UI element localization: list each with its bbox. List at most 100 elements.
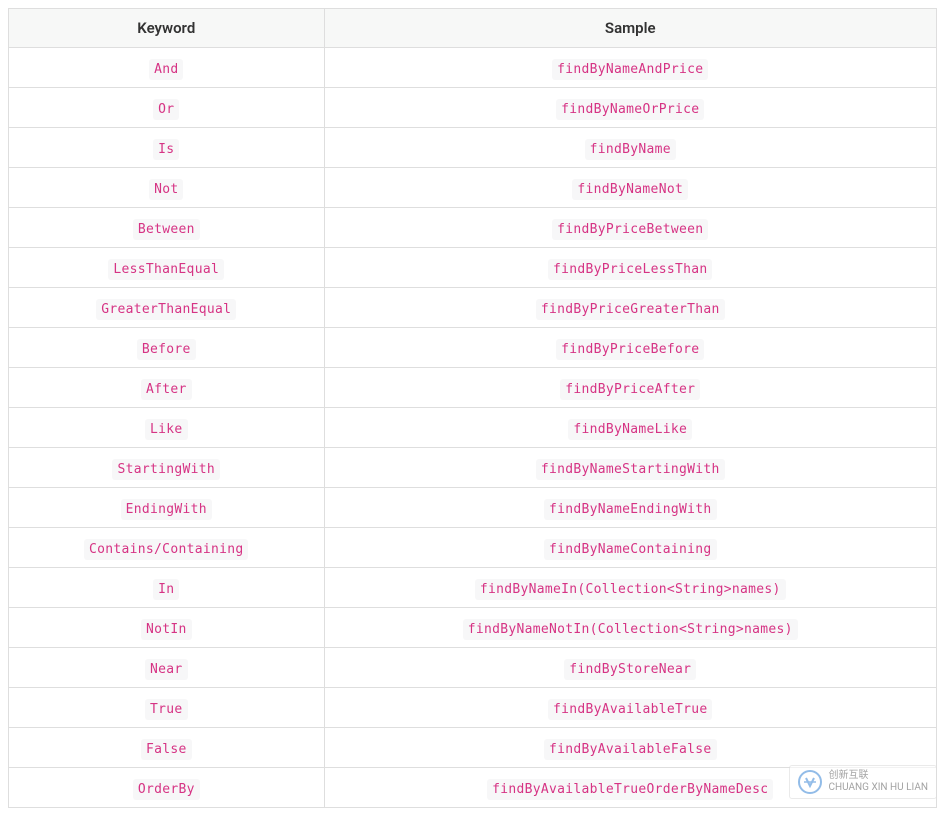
table-row: After findByPriceAfter <box>9 368 937 408</box>
watermark-logo-icon <box>798 770 822 794</box>
sample-code: findByPriceBetween <box>552 219 708 240</box>
sample-code: findByStoreNear <box>564 659 696 680</box>
keyword-cell: Not <box>9 168 325 208</box>
sample-cell: findByNameContaining <box>324 528 936 568</box>
table-row: Between findByPriceBetween <box>9 208 937 248</box>
table-row: EndingWith findByNameEndingWith <box>9 488 937 528</box>
sample-cell: findByPriceBetween <box>324 208 936 248</box>
table-row: StartingWith findByNameStartingWith <box>9 448 937 488</box>
sample-code: findByAvailableTrueOrderByNameDesc <box>487 779 773 800</box>
keyword-cell: In <box>9 568 325 608</box>
sample-code: findByNameAndPrice <box>552 59 708 80</box>
sample-code: findByNameStartingWith <box>536 459 725 480</box>
keyword-cell: GreaterThanEqual <box>9 288 325 328</box>
table-row: LessThanEqual findByPriceLessThan <box>9 248 937 288</box>
sample-code: findByNameNot <box>572 179 688 200</box>
keyword-code: LessThanEqual <box>108 259 224 280</box>
keyword-code: EndingWith <box>121 499 212 520</box>
keyword-cell: StartingWith <box>9 448 325 488</box>
table-body: And findByNameAndPrice Or findByNameOrPr… <box>9 48 937 808</box>
sample-cell: findByAvailableFalse <box>324 728 936 768</box>
sample-cell: findByPriceLessThan <box>324 248 936 288</box>
sample-code: findByPriceGreaterThan <box>536 299 725 320</box>
keyword-cell: Contains/Containing <box>9 528 325 568</box>
table-row: Or findByNameOrPrice <box>9 88 937 128</box>
table-row: Like findByNameLike <box>9 408 937 448</box>
table-row: True findByAvailableTrue <box>9 688 937 728</box>
sample-code: findByNameNotIn(Collection<String>names) <box>463 619 798 640</box>
sample-code: findByNameOrPrice <box>556 99 704 120</box>
sample-cell: findByNameStartingWith <box>324 448 936 488</box>
keyword-code: Near <box>145 659 188 680</box>
table-row: Not findByNameNot <box>9 168 937 208</box>
sample-code: findByNameContaining <box>544 539 717 560</box>
sample-cell: findByStoreNear <box>324 648 936 688</box>
table-row: Near findByStoreNear <box>9 648 937 688</box>
sample-cell: findByPriceAfter <box>324 368 936 408</box>
keyword-cell: LessThanEqual <box>9 248 325 288</box>
keyword-cell: Is <box>9 128 325 168</box>
table-row: In findByNameIn(Collection<String>names) <box>9 568 937 608</box>
sample-code: findByAvailableFalse <box>544 739 717 760</box>
sample-code: findByNameIn(Collection<String>names) <box>475 579 786 600</box>
sample-cell: findByNameNot <box>324 168 936 208</box>
keyword-code: And <box>149 59 183 80</box>
sample-cell: findByNameEndingWith <box>324 488 936 528</box>
keyword-cell: And <box>9 48 325 88</box>
header-sample: Sample <box>324 9 936 48</box>
keyword-code: GreaterThanEqual <box>96 299 236 320</box>
watermark-line2: CHUANG XIN HU LIAN <box>828 782 928 794</box>
table-row: False findByAvailableFalse <box>9 728 937 768</box>
sample-code: findByName <box>585 139 676 160</box>
keyword-cell: Near <box>9 648 325 688</box>
sample-cell: findByNameLike <box>324 408 936 448</box>
sample-cell: findByName <box>324 128 936 168</box>
keyword-cell: After <box>9 368 325 408</box>
table-row: GreaterThanEqual findByPriceGreaterThan <box>9 288 937 328</box>
keyword-code: Contains/Containing <box>84 539 248 560</box>
keyword-code: OrderBy <box>133 779 200 800</box>
keyword-code: After <box>141 379 192 400</box>
keyword-table: Keyword Sample And findByNameAndPrice Or… <box>8 8 937 808</box>
keyword-code: Is <box>153 139 179 160</box>
watermark-line1: 创新互联 <box>828 770 928 782</box>
sample-cell: findByNameNotIn(Collection<String>names) <box>324 608 936 648</box>
keyword-cell: False <box>9 728 325 768</box>
table-row: And findByNameAndPrice <box>9 48 937 88</box>
keyword-code: StartingWith <box>112 459 220 480</box>
keyword-cell: True <box>9 688 325 728</box>
sample-code: findByNameLike <box>568 419 692 440</box>
keyword-code: In <box>153 579 179 600</box>
keyword-code: Like <box>145 419 188 440</box>
sample-code: findByPriceLessThan <box>548 259 712 280</box>
watermark: 创新互联 CHUANG XIN HU LIAN <box>789 765 937 799</box>
header-keyword: Keyword <box>9 9 325 48</box>
sample-cell: findByNameIn(Collection<String>names) <box>324 568 936 608</box>
keyword-code: Or <box>153 99 179 120</box>
keyword-code: False <box>141 739 192 760</box>
keyword-code: Between <box>133 219 200 240</box>
table-header-row: Keyword Sample <box>9 9 937 48</box>
table-row: Is findByName <box>9 128 937 168</box>
sample-cell: findByNameOrPrice <box>324 88 936 128</box>
sample-code: findByAvailableTrue <box>548 699 712 720</box>
keyword-cell: EndingWith <box>9 488 325 528</box>
sample-cell: findByPriceGreaterThan <box>324 288 936 328</box>
sample-code: findByPriceBefore <box>556 339 704 360</box>
table-row: NotIn findByNameNotIn(Collection<String>… <box>9 608 937 648</box>
keyword-code: NotIn <box>141 619 192 640</box>
table-row: Contains/Containing findByNameContaining <box>9 528 937 568</box>
watermark-text: 创新互联 CHUANG XIN HU LIAN <box>828 770 928 794</box>
keyword-cell: Like <box>9 408 325 448</box>
keyword-cell: OrderBy <box>9 768 325 808</box>
keyword-cell: Between <box>9 208 325 248</box>
table-row: Before findByPriceBefore <box>9 328 937 368</box>
sample-cell: findByPriceBefore <box>324 328 936 368</box>
keyword-cell: Before <box>9 328 325 368</box>
sample-cell: findByAvailableTrue <box>324 688 936 728</box>
keyword-code: Before <box>137 339 196 360</box>
keyword-code: True <box>145 699 188 720</box>
sample-code: findByPriceAfter <box>560 379 700 400</box>
keyword-cell: Or <box>9 88 325 128</box>
keyword-code: Not <box>149 179 183 200</box>
